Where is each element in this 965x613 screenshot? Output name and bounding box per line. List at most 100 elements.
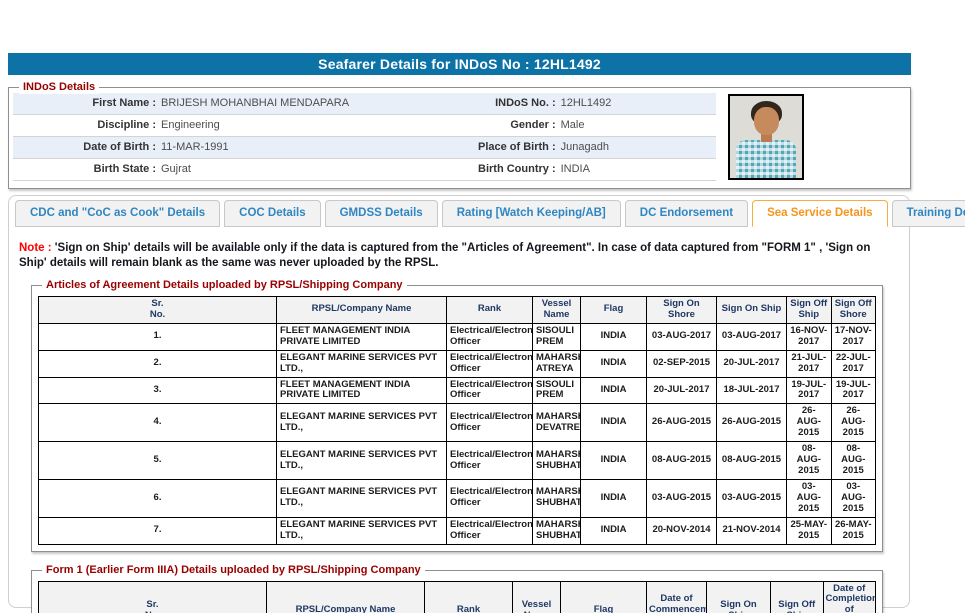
detail-row: Date of Birth : 11-MAR-1991 Place of Bir…	[13, 137, 716, 159]
company-cell: ELEGANT MARINE SERVICES PVT LTD.,	[277, 404, 447, 442]
field-label: Birth Country :	[393, 159, 561, 180]
sign-off-shore-cell: 26-AUG-2015	[831, 404, 876, 442]
company-cell: ELEGANT MARINE SERVICES PVT LTD.,	[277, 517, 447, 544]
sign-on-ship-cell: 26-AUG-2015	[717, 404, 787, 442]
field-value: BRIJESH MOHANBHAI MENDAPARA	[161, 93, 349, 114]
flag-cell: INDIA	[581, 442, 647, 480]
column-header: Date of Commencement of Contract	[647, 581, 707, 613]
vessel-cell: MAHARSHI ATREYA	[533, 350, 581, 377]
flag-cell: INDIA	[581, 479, 647, 517]
column-header: Vessel Name	[513, 581, 561, 613]
sign-on-shore-cell: 20-JUL-2017	[647, 377, 717, 404]
rank-cell: Electrical/Electronics Officer	[447, 350, 533, 377]
field-label: First Name :	[13, 93, 161, 114]
sign-off-shore-cell: 17-NOV-2017	[831, 323, 876, 350]
tab-sea-service-details[interactable]: Sea Service Details	[752, 200, 888, 227]
field-label: Place of Birth :	[393, 137, 561, 158]
flag-cell: INDIA	[581, 377, 647, 404]
sign-off-ship-cell: 26-AUG-2015	[787, 404, 832, 442]
column-header: Flag	[561, 581, 647, 613]
sr-no-cell: 4.	[39, 404, 277, 442]
column-header: RPSL/Company Name	[267, 581, 425, 613]
form1-table: Sr. No.RPSL/Company NameRankVessel NameF…	[38, 581, 876, 613]
rank-cell: Electrical/Electronics Officer	[447, 377, 533, 404]
field-value: Junagadh	[561, 137, 609, 158]
page-title: Seafarer Details for INDoS No : 12HL1492	[8, 53, 911, 75]
column-header: RPSL/Company Name	[277, 297, 447, 324]
column-header: Sign Off Ship	[787, 297, 832, 324]
field-value: INDIA	[561, 159, 590, 180]
sign-off-ship-cell: 21-JUL-2017	[787, 350, 832, 377]
column-header: Flag	[581, 297, 647, 324]
table-row: 5. ELEGANT MARINE SERVICES PVT LTD., Ele…	[39, 442, 876, 480]
sign-off-ship-cell: 03-AUG-2015	[787, 479, 832, 517]
sign-off-shore-cell: 08-AUG-2015	[831, 442, 876, 480]
tab-coc-details[interactable]: COC Details	[224, 200, 320, 227]
table-row: 2. ELEGANT MARINE SERVICES PVT LTD., Ele…	[39, 350, 876, 377]
column-header: Rank	[447, 297, 533, 324]
sign-on-shore-cell: 20-NOV-2014	[647, 517, 717, 544]
field-label: INDoS No. :	[393, 93, 561, 114]
sign-off-shore-cell: 19-JUL-2017	[831, 377, 876, 404]
field-label: Birth State :	[13, 159, 161, 180]
sign-off-ship-cell: 19-JUL-2017	[787, 377, 832, 404]
column-header: Date of Completion of Contract/Arriving …	[823, 581, 876, 613]
field-label: Date of Birth :	[13, 137, 161, 158]
company-cell: ELEGANT MARINE SERVICES PVT LTD.,	[277, 350, 447, 377]
form1-fieldset: Form 1 (Earlier Form IIIA) Details uploa…	[31, 570, 883, 613]
table-row: 1. FLEET MANAGEMENT INDIA PRIVATE LIMITE…	[39, 323, 876, 350]
column-header: Sign Off Ship	[771, 581, 824, 613]
vessel-cell: MAHARSHI SHUBHATREYA	[533, 517, 581, 544]
vessel-cell: SISOULI PREM	[533, 377, 581, 404]
vessel-cell: MAHARSHI SHUBHATREYA	[533, 479, 581, 517]
rank-cell: Electrical/Electronics Officer	[447, 442, 533, 480]
tab-bar: CDC and "CoC as Cook" Details COC Detail…	[15, 200, 899, 227]
flag-cell: INDIA	[581, 404, 647, 442]
articles-header-row: Sr. No.RPSL/Company NameRankVessel NameF…	[39, 297, 876, 324]
tab-training-details[interactable]: Training Details	[892, 200, 965, 227]
sign-on-ship-cell: 08-AUG-2015	[717, 442, 787, 480]
column-header: Rank	[425, 581, 513, 613]
sr-no-cell: 1.	[39, 323, 277, 350]
sign-on-ship-cell: 03-AUG-2017	[717, 323, 787, 350]
company-cell: ELEGANT MARINE SERVICES PVT LTD.,	[277, 479, 447, 517]
indos-details-legend: INDoS Details	[19, 81, 99, 94]
field-value: Engineering	[161, 115, 220, 136]
sr-no-cell: 2.	[39, 350, 277, 377]
table-row: 6. ELEGANT MARINE SERVICES PVT LTD., Ele…	[39, 479, 876, 517]
flag-cell: INDIA	[581, 350, 647, 377]
sign-on-ship-cell: 20-JUL-2017	[717, 350, 787, 377]
field-value: 12HL1492	[561, 93, 612, 114]
vessel-cell: MAHARSHI DEVATREYA	[533, 404, 581, 442]
photo-face	[754, 107, 779, 135]
sr-no-cell: 5.	[39, 442, 277, 480]
photo-shirt	[736, 140, 796, 178]
tab-cdc-and-coc-as-cook-details[interactable]: CDC and "CoC as Cook" Details	[15, 200, 220, 227]
tab-gmdss-details[interactable]: GMDSS Details	[325, 200, 438, 227]
field-label: Discipline :	[13, 115, 161, 136]
flag-cell: INDIA	[581, 517, 647, 544]
vessel-cell: MAHARSHI SHUBHATREYA	[533, 442, 581, 480]
table-row: 4. ELEGANT MARINE SERVICES PVT LTD., Ele…	[39, 404, 876, 442]
field-value: Male	[561, 115, 585, 136]
sign-on-shore-cell: 26-AUG-2015	[647, 404, 717, 442]
articles-table-body: 1. FLEET MANAGEMENT INDIA PRIVATE LIMITE…	[39, 323, 876, 544]
indos-detail-rows: First Name : BRIJESH MOHANBHAI MENDAPARA…	[13, 93, 716, 181]
company-cell: FLEET MANAGEMENT INDIA PRIVATE LIMITED	[277, 323, 447, 350]
table-row: 7. ELEGANT MARINE SERVICES PVT LTD., Ele…	[39, 517, 876, 544]
flag-cell: INDIA	[581, 323, 647, 350]
column-header: Sign Off Shore	[831, 297, 876, 324]
rank-cell: Electrical/Electronics Officer	[447, 323, 533, 350]
articles-of-agreement-fieldset: Articles of Agreement Details uploaded b…	[31, 285, 883, 552]
articles-legend: Articles of Agreement Details uploaded b…	[42, 279, 407, 292]
form1-legend: Form 1 (Earlier Form IIIA) Details uploa…	[42, 564, 425, 577]
tab-rating-watch-keeping-ab[interactable]: Rating [Watch Keeping/AB]	[442, 200, 621, 227]
sr-no-cell: 3.	[39, 377, 277, 404]
articles-table: Sr. No.RPSL/Company NameRankVessel NameF…	[38, 296, 876, 545]
rank-cell: Electrical/Electronics Officer	[447, 517, 533, 544]
tab-dc-endorsement[interactable]: DC Endorsement	[625, 200, 748, 227]
sign-off-ship-cell: 25-MAY-2015	[787, 517, 832, 544]
indos-details-fieldset: INDoS Details First Name : BRIJESH MOHAN…	[8, 87, 911, 189]
company-cell: FLEET MANAGEMENT INDIA PRIVATE LIMITED	[277, 377, 447, 404]
rank-cell: Electrical/Electronics Officer	[447, 404, 533, 442]
